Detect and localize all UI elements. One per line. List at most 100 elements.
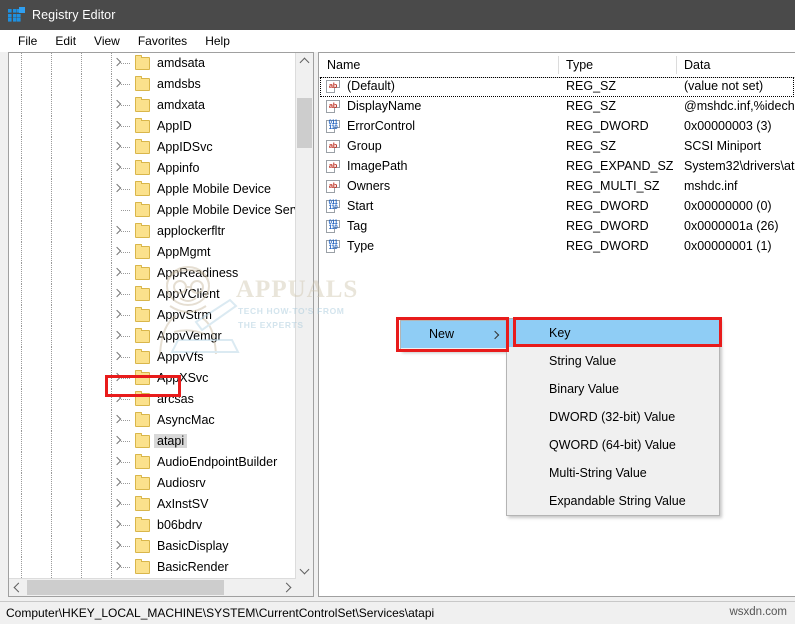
menu-help[interactable]: Help [196,32,239,50]
submenu-item-string-value[interactable]: String Value [507,347,719,375]
folder-icon [135,55,150,70]
context-submenu-new: Key String Value Binary Value DWORD (32-bit… [506,318,720,516]
tree-item-appvstrm[interactable]: AppvStrm [9,305,297,326]
value-row[interactable]: ab Group REG_SZ SCSI Miniport [319,137,795,157]
tree-item-amdsata[interactable]: amdsata [9,53,297,74]
tree-connector [121,378,131,379]
folder-icon [135,244,150,259]
folder-icon [135,160,150,175]
value-row[interactable]: 011 110 Type REG_DWORD 0x00000001 (1) [319,237,795,257]
tree-horizontal-scrollbar[interactable] [9,578,296,596]
value-name: Group [347,139,382,153]
submenu-item-dword-32-bit-value[interactable]: DWORD (32-bit) Value [507,403,719,431]
column-header-data[interactable]: Data [676,53,795,77]
tree-item-amdxata[interactable]: amdxata [9,95,297,116]
tree-indent-guides [9,221,297,242]
tree-item-appxsvc[interactable]: AppXSvc [9,368,297,389]
string-value-icon: ab [326,160,341,174]
menu-edit[interactable]: Edit [46,32,85,50]
tree-item-appinfo[interactable]: Appinfo [9,158,297,179]
submenu-item-multi-string-value[interactable]: Multi-String Value [507,459,719,487]
tree-hscroll-thumb[interactable] [27,580,224,595]
tree-indent-guides [9,389,297,410]
tree-item-appvvfs[interactable]: AppvVfs [9,347,297,368]
tree-item-atapi[interactable]: atapi [9,431,297,452]
tree-item-b06bdrv[interactable]: b06bdrv [9,515,297,536]
tree-item-label: AppvStrm [157,308,212,322]
value-name: ImagePath [347,159,408,173]
folder-icon [135,118,150,133]
submenu-item-key[interactable]: Key [507,319,719,347]
tree-connector [121,441,131,442]
tree-item-arcsas[interactable]: arcsas [9,389,297,410]
tree-connector [121,147,131,148]
tree-item-asyncmac[interactable]: AsyncMac [9,410,297,431]
tree-list: amdsata amdsbs amdxata AppID AppIDSvc Appinfo… [9,53,297,578]
tree-scroll-area: amdsata amdsbs amdxata AppID AppIDSvc Appinfo… [9,53,297,578]
folder-icon [135,181,150,196]
submenu-item-expandable-string-value[interactable]: Expandable String Value [507,487,719,515]
tree-item-label: Apple Mobile Device Service [157,203,297,217]
tree-scroll-up-button[interactable] [296,53,313,70]
tree-item-audioendpointbuilder[interactable]: AudioEndpointBuilder [9,452,297,473]
dword-value-icon: 011 110 [326,220,341,234]
value-name: Owners [347,179,391,193]
folder-icon [135,139,150,154]
tree-item-apple-mobile-device-service[interactable]: Apple Mobile Device Service [9,200,297,221]
tree-item-basicrender[interactable]: BasicRender [9,557,297,578]
folder-icon [135,391,150,406]
menu-file[interactable]: File [9,32,46,50]
column-header-type[interactable]: Type [558,53,676,77]
tree-item-appvclient[interactable]: AppVClient [9,284,297,305]
value-row[interactable]: 011 110 Start REG_DWORD 0x00000000 (0) [319,197,795,217]
tree-vscroll-thumb[interactable] [297,98,312,148]
value-data: SCSI Miniport [684,139,762,153]
tree-item-applockerfltr[interactable]: applockerfltr [9,221,297,242]
folder-icon [135,223,150,238]
tree-item-basicdisplay[interactable]: BasicDisplay [9,536,297,557]
tree-indent-guides [9,284,297,305]
tree-item-appmgmt[interactable]: AppMgmt [9,242,297,263]
value-data: 0x00000000 (0) [684,199,772,213]
value-row[interactable]: ab DisplayName REG_SZ @mshdc.inf,%idecha [319,97,795,117]
tree-connector [121,483,131,484]
value-data: 0x00000001 (1) [684,239,772,253]
value-row[interactable]: 011 110 Tag REG_DWORD 0x0000001a (26) [319,217,795,237]
submenu-item-binary-value[interactable]: Binary Value [507,375,719,403]
tree-vertical-scrollbar[interactable] [295,53,313,579]
tree-item-appid[interactable]: AppID [9,116,297,137]
tree-indent-guides [9,263,297,284]
value-data: System32\drivers\atap [684,159,795,173]
tree-scroll-right-button[interactable] [279,579,296,596]
tree-item-axinstsv[interactable]: AxInstSV [9,494,297,515]
dword-value-icon: 011 110 [326,120,341,134]
tree-indent-guides [9,431,297,452]
values-column-header: Name Type Data [319,53,795,78]
value-row[interactable]: ab (Default) REG_SZ (value not set) [319,77,795,97]
column-header-name[interactable]: Name [319,53,558,77]
value-name: Type [347,239,375,253]
tree-item-audiosrv[interactable]: Audiosrv [9,473,297,494]
menu-view[interactable]: View [85,32,129,50]
menu-bar: File Edit View Favorites Help [0,30,795,52]
submenu-item-qword-64-bit-value[interactable]: QWORD (64-bit) Value [507,431,719,459]
menu-favorites[interactable]: Favorites [129,32,196,50]
tree-scroll-down-button[interactable] [296,562,313,579]
value-row[interactable]: ab Owners REG_MULTI_SZ mshdc.inf [319,177,795,197]
tree-item-appvvemgr[interactable]: AppvVemgr [9,326,297,347]
tree-item-label: Apple Mobile Device [157,182,271,196]
tree-indent-guides [9,326,297,347]
tree-scroll-left-button[interactable] [9,579,26,596]
folder-icon [135,454,150,469]
value-row[interactable]: ab ImagePath REG_EXPAND_SZ System32\drivers… [319,157,795,177]
tree-item-label: b06bdrv [157,518,203,532]
tree-item-label: Audiosrv [157,476,206,490]
tree-item-appidsvc[interactable]: AppIDSvc [9,137,297,158]
registry-tree-pane: amdsata amdsbs amdxata AppID AppIDSvc Appinfo… [8,52,314,597]
tree-item-amdsbs[interactable]: amdsbs [9,74,297,95]
tree-item-label: amdxata [157,98,205,112]
tree-item-appreadiness[interactable]: AppReadiness [9,263,297,284]
tree-item-apple-mobile-device[interactable]: Apple Mobile Device [9,179,297,200]
value-row[interactable]: 011 110 ErrorControl REG_DWORD 0x00000003 (3… [319,117,795,137]
tree-connector [121,357,131,358]
